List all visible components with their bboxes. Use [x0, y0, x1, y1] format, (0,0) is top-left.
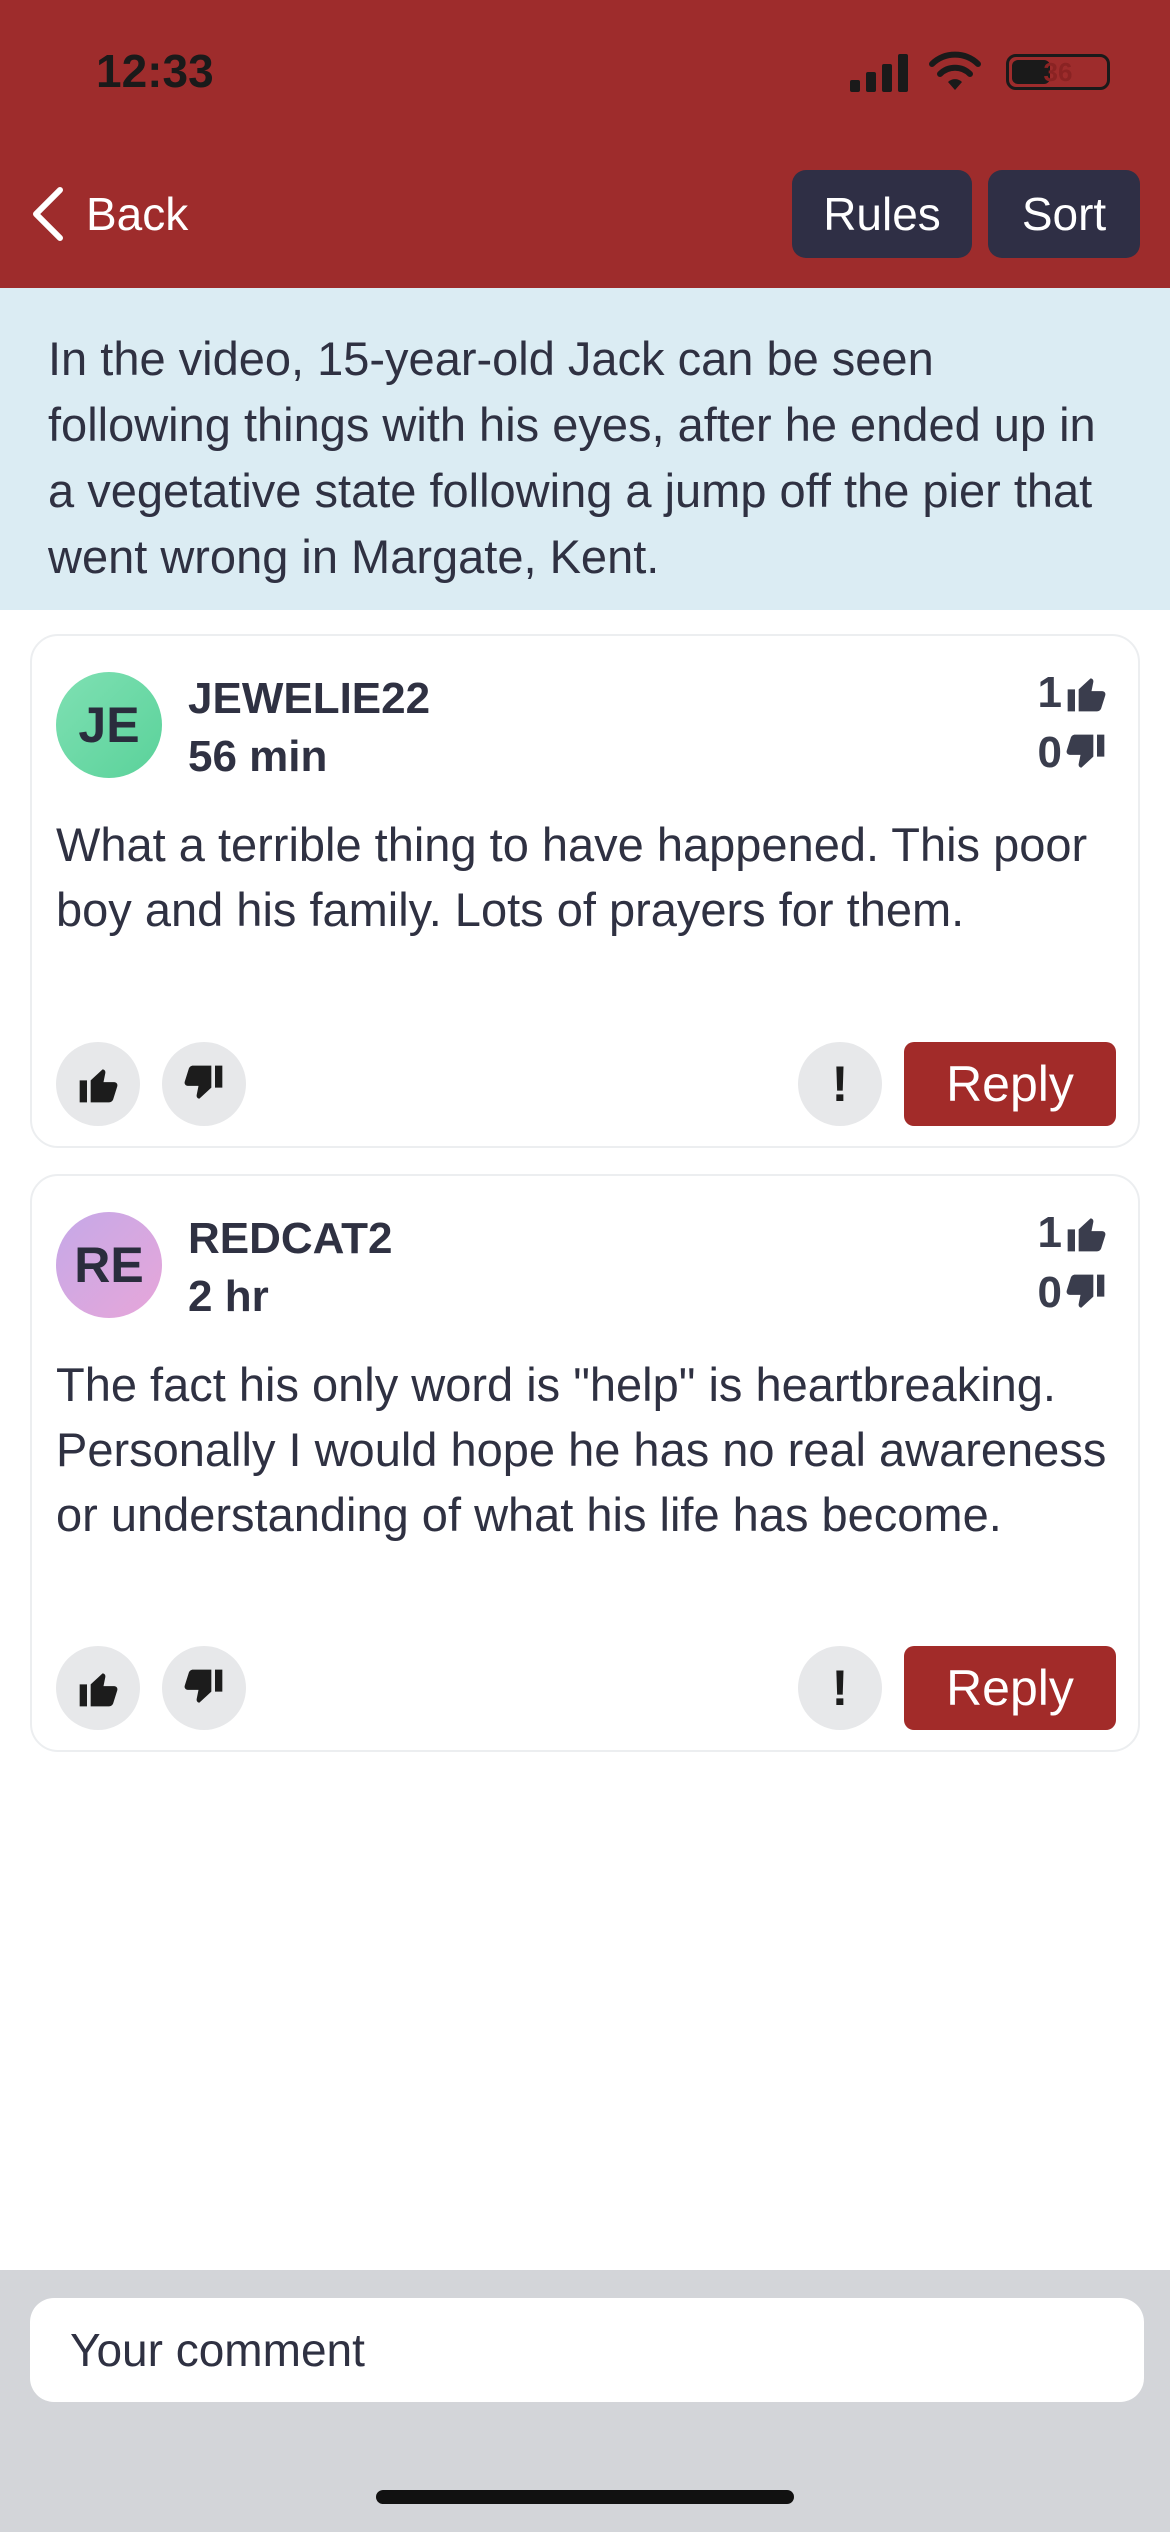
comment-text: What a terrible thing to have happened. … [56, 818, 1088, 936]
thumbs-up-icon [79, 1069, 118, 1103]
dislike-count-value: 0 [1037, 1268, 1062, 1317]
status-time: 12:33 [96, 45, 214, 97]
report-button[interactable]: ! [798, 1042, 882, 1126]
article-summary: In the video, 15-year-old Jack can be se… [0, 288, 1170, 610]
thumbs-up-icon [79, 1673, 118, 1707]
dislike-button[interactable] [162, 1042, 246, 1126]
dislike-count-value: 0 [1037, 728, 1062, 777]
dislike-count: 0 [1038, 1268, 1108, 1318]
back-button[interactable]: Back [28, 184, 188, 244]
thumbs-down-icon [1066, 734, 1105, 768]
header-bar: 12:33 36 Back Rules Sort [0, 0, 1170, 288]
status-icons: 36 [810, 51, 1110, 96]
like-button[interactable] [56, 1042, 140, 1126]
like-count-value: 1 [1037, 668, 1062, 717]
dislike-count: 0 [1038, 728, 1108, 778]
rules-button[interactable]: Rules [792, 170, 972, 258]
like-count: 1 [1038, 1208, 1108, 1258]
signal-icon [850, 52, 910, 92]
back-label: Back [86, 188, 189, 240]
home-indicator [376, 2490, 794, 2504]
comment-card: RE REDCAT2 2 hr 1 0 The fact his only wo… [30, 1174, 1140, 1752]
back-chevron-icon [33, 187, 63, 241]
comment-input[interactable] [30, 2298, 1144, 2402]
battery-icon: 36 [1006, 54, 1110, 90]
comment-text: The fact his only word is "help" is hear… [56, 1358, 1107, 1541]
reply-button[interactable]: Reply [904, 1042, 1116, 1126]
comment-time: 2 hr [188, 1272, 269, 1321]
thumbs-down-icon [184, 1669, 223, 1703]
comment-card: JE JEWELIE22 56 min 1 0 What a terrible … [30, 634, 1140, 1148]
like-count-value: 1 [1037, 1208, 1062, 1257]
comment-username: JEWELIE22 [188, 674, 431, 723]
dislike-button[interactable] [162, 1646, 246, 1730]
like-button[interactable] [56, 1646, 140, 1730]
report-icon: ! [831, 1056, 849, 1112]
report-icon: ! [831, 1660, 849, 1716]
thumbs-down-icon [1066, 1274, 1105, 1308]
reply-button[interactable]: Reply [904, 1646, 1116, 1730]
thumbs-up-icon [1067, 678, 1106, 712]
thumbs-down-icon [184, 1065, 223, 1099]
comment-username: REDCAT2 [188, 1214, 393, 1263]
like-count: 1 [1038, 668, 1108, 718]
wifi-icon [929, 51, 981, 90]
sort-button[interactable]: Sort [988, 170, 1140, 258]
comment-time: 56 min [188, 732, 328, 781]
avatar: RE [56, 1212, 162, 1318]
report-button[interactable]: ! [798, 1646, 882, 1730]
avatar: JE [56, 672, 162, 778]
battery-level: 36 [1043, 57, 1073, 87]
thumbs-up-icon [1067, 1218, 1106, 1252]
